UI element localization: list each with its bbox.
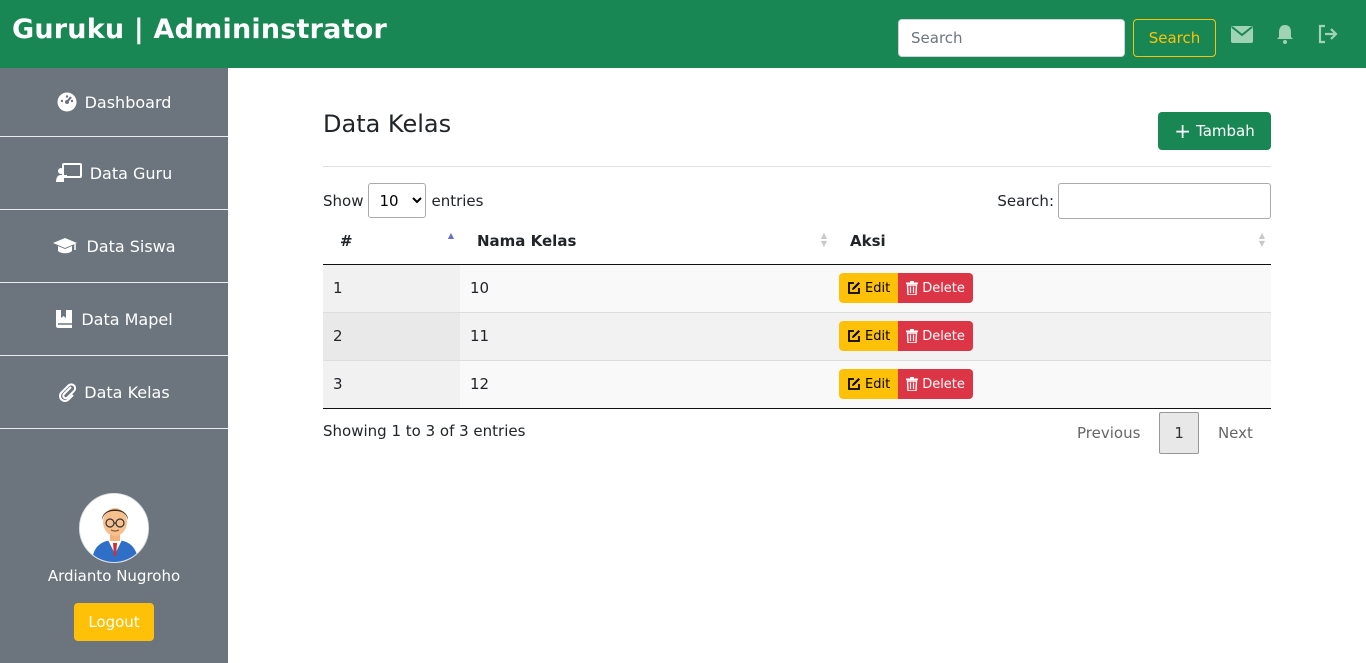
cell-number: 1: [323, 264, 460, 312]
bell-icon[interactable]: [1273, 22, 1297, 46]
column-header-label: #: [340, 231, 353, 250]
cell-nama-kelas: 11: [460, 311, 833, 360]
add-button-label: Tambah: [1196, 122, 1255, 140]
user-profile: Ardianto Nugroho Logout: [0, 493, 228, 641]
trash-icon: [906, 329, 919, 343]
edit-label: Edit: [865, 328, 891, 344]
edit-icon: [848, 330, 860, 342]
entries-label: entries: [431, 191, 484, 210]
cell-nama-kelas: 12: [460, 359, 833, 409]
entries-select[interactable]: 10: [368, 183, 427, 218]
sidebar-item-label: Data Kelas: [84, 382, 170, 402]
filter-label: Search:: [997, 192, 1054, 210]
edit-label: Edit: [865, 280, 891, 296]
divider: [323, 166, 1271, 167]
navbar-search-input[interactable]: [898, 19, 1125, 57]
sidebar-item-data-siswa[interactable]: Data Siswa: [0, 210, 228, 283]
dashboard-gauge-icon: [57, 92, 77, 112]
pagination-previous[interactable]: Previous: [1058, 412, 1159, 454]
sidebar-item-label: Data Guru: [89, 163, 173, 183]
edit-button[interactable]: Edit: [839, 369, 899, 399]
pagination: Previous 1 Next: [1058, 412, 1272, 454]
brand-title[interactable]: Guruku | Admininstrator: [12, 14, 387, 45]
graduation-cap-icon: [53, 238, 78, 254]
sort-icon: ▲ ▼: [820, 231, 827, 248]
delete-button[interactable]: Delete: [898, 321, 973, 351]
table-row: 2 11 Edit Delete: [323, 311, 1271, 360]
sidebar-item-label: Data Mapel: [81, 309, 173, 329]
table-search-input[interactable]: [1058, 183, 1271, 219]
sidebar-item-data-kelas[interactable]: Data Kelas: [0, 356, 228, 429]
cell-actions: Edit Delete: [833, 311, 1271, 360]
edit-icon: [848, 378, 860, 390]
sort-icon: ▲ ▼: [1258, 231, 1265, 248]
avatar: [79, 493, 149, 563]
teacher-board-icon: [55, 163, 82, 182]
cell-actions: Edit Delete: [833, 264, 1271, 312]
logout-button[interactable]: Logout: [74, 603, 154, 641]
show-label: Show: [323, 191, 364, 210]
sign-out-icon[interactable]: [1316, 22, 1340, 46]
edit-label: Edit: [865, 376, 891, 392]
sort-asc-icon: ▲▼: [447, 231, 454, 240]
plus-icon: +: [1174, 119, 1192, 143]
navbar-search-button[interactable]: Search: [1133, 19, 1216, 57]
top-navbar: Guruku | Admininstrator Search: [0, 0, 1366, 68]
edit-button[interactable]: Edit: [839, 273, 899, 303]
table-filter: Search:: [997, 183, 1271, 219]
column-header-aksi[interactable]: Aksi ▲ ▼: [833, 218, 1271, 265]
delete-label: Delete: [922, 376, 965, 392]
column-header-number[interactable]: # ▲▼: [323, 218, 460, 265]
delete-label: Delete: [922, 280, 965, 296]
trash-icon: [906, 377, 919, 391]
delete-label: Delete: [922, 328, 965, 344]
add-button[interactable]: + Tambah: [1158, 112, 1271, 150]
pagination-next[interactable]: Next: [1199, 412, 1272, 454]
column-header-nama-kelas[interactable]: Nama Kelas ▲ ▼: [460, 218, 833, 265]
paperclip-icon: [59, 383, 77, 402]
entries-length-control: Show 10 entries: [323, 183, 483, 218]
page-title: Data Kelas: [323, 110, 452, 138]
table-info: Showing 1 to 3 of 3 entries: [323, 422, 526, 440]
sidebar-item-data-mapel[interactable]: Data Mapel: [0, 283, 228, 356]
book-icon: [56, 310, 73, 328]
delete-button[interactable]: Delete: [898, 369, 973, 399]
envelope-icon[interactable]: [1230, 22, 1254, 46]
table-row: 1 10 Edit Delete: [323, 264, 1271, 312]
sidebar-item-label: Dashboard: [84, 92, 172, 112]
sidebar-item-data-guru[interactable]: Data Guru: [0, 137, 228, 210]
cell-number: 2: [323, 311, 460, 360]
edit-button[interactable]: Edit: [839, 321, 899, 351]
table-row: 3 12 Edit Delete: [323, 359, 1271, 409]
column-header-label: Nama Kelas: [477, 231, 577, 250]
trash-icon: [906, 281, 919, 295]
cell-actions: Edit Delete: [833, 359, 1271, 409]
pagination-page-current[interactable]: 1: [1159, 412, 1199, 454]
kelas-table: # ▲▼ Nama Kelas ▲▼ Aksi ▲▼ 1 10 Edit Dele…: [323, 218, 1271, 409]
cell-number: 3: [323, 359, 460, 409]
cell-nama-kelas: 10: [460, 264, 833, 312]
column-header-label: Aksi: [850, 231, 886, 250]
sidebar-item-label: Data Siswa: [86, 236, 176, 256]
sidebar-item-dashboard[interactable]: Dashboard: [0, 68, 228, 137]
delete-button[interactable]: Delete: [898, 273, 973, 303]
edit-icon: [848, 282, 860, 294]
sidebar: Dashboard Data Guru Data Siswa Data Mape…: [0, 68, 228, 663]
user-name: Ardianto Nugroho: [47, 567, 181, 585]
